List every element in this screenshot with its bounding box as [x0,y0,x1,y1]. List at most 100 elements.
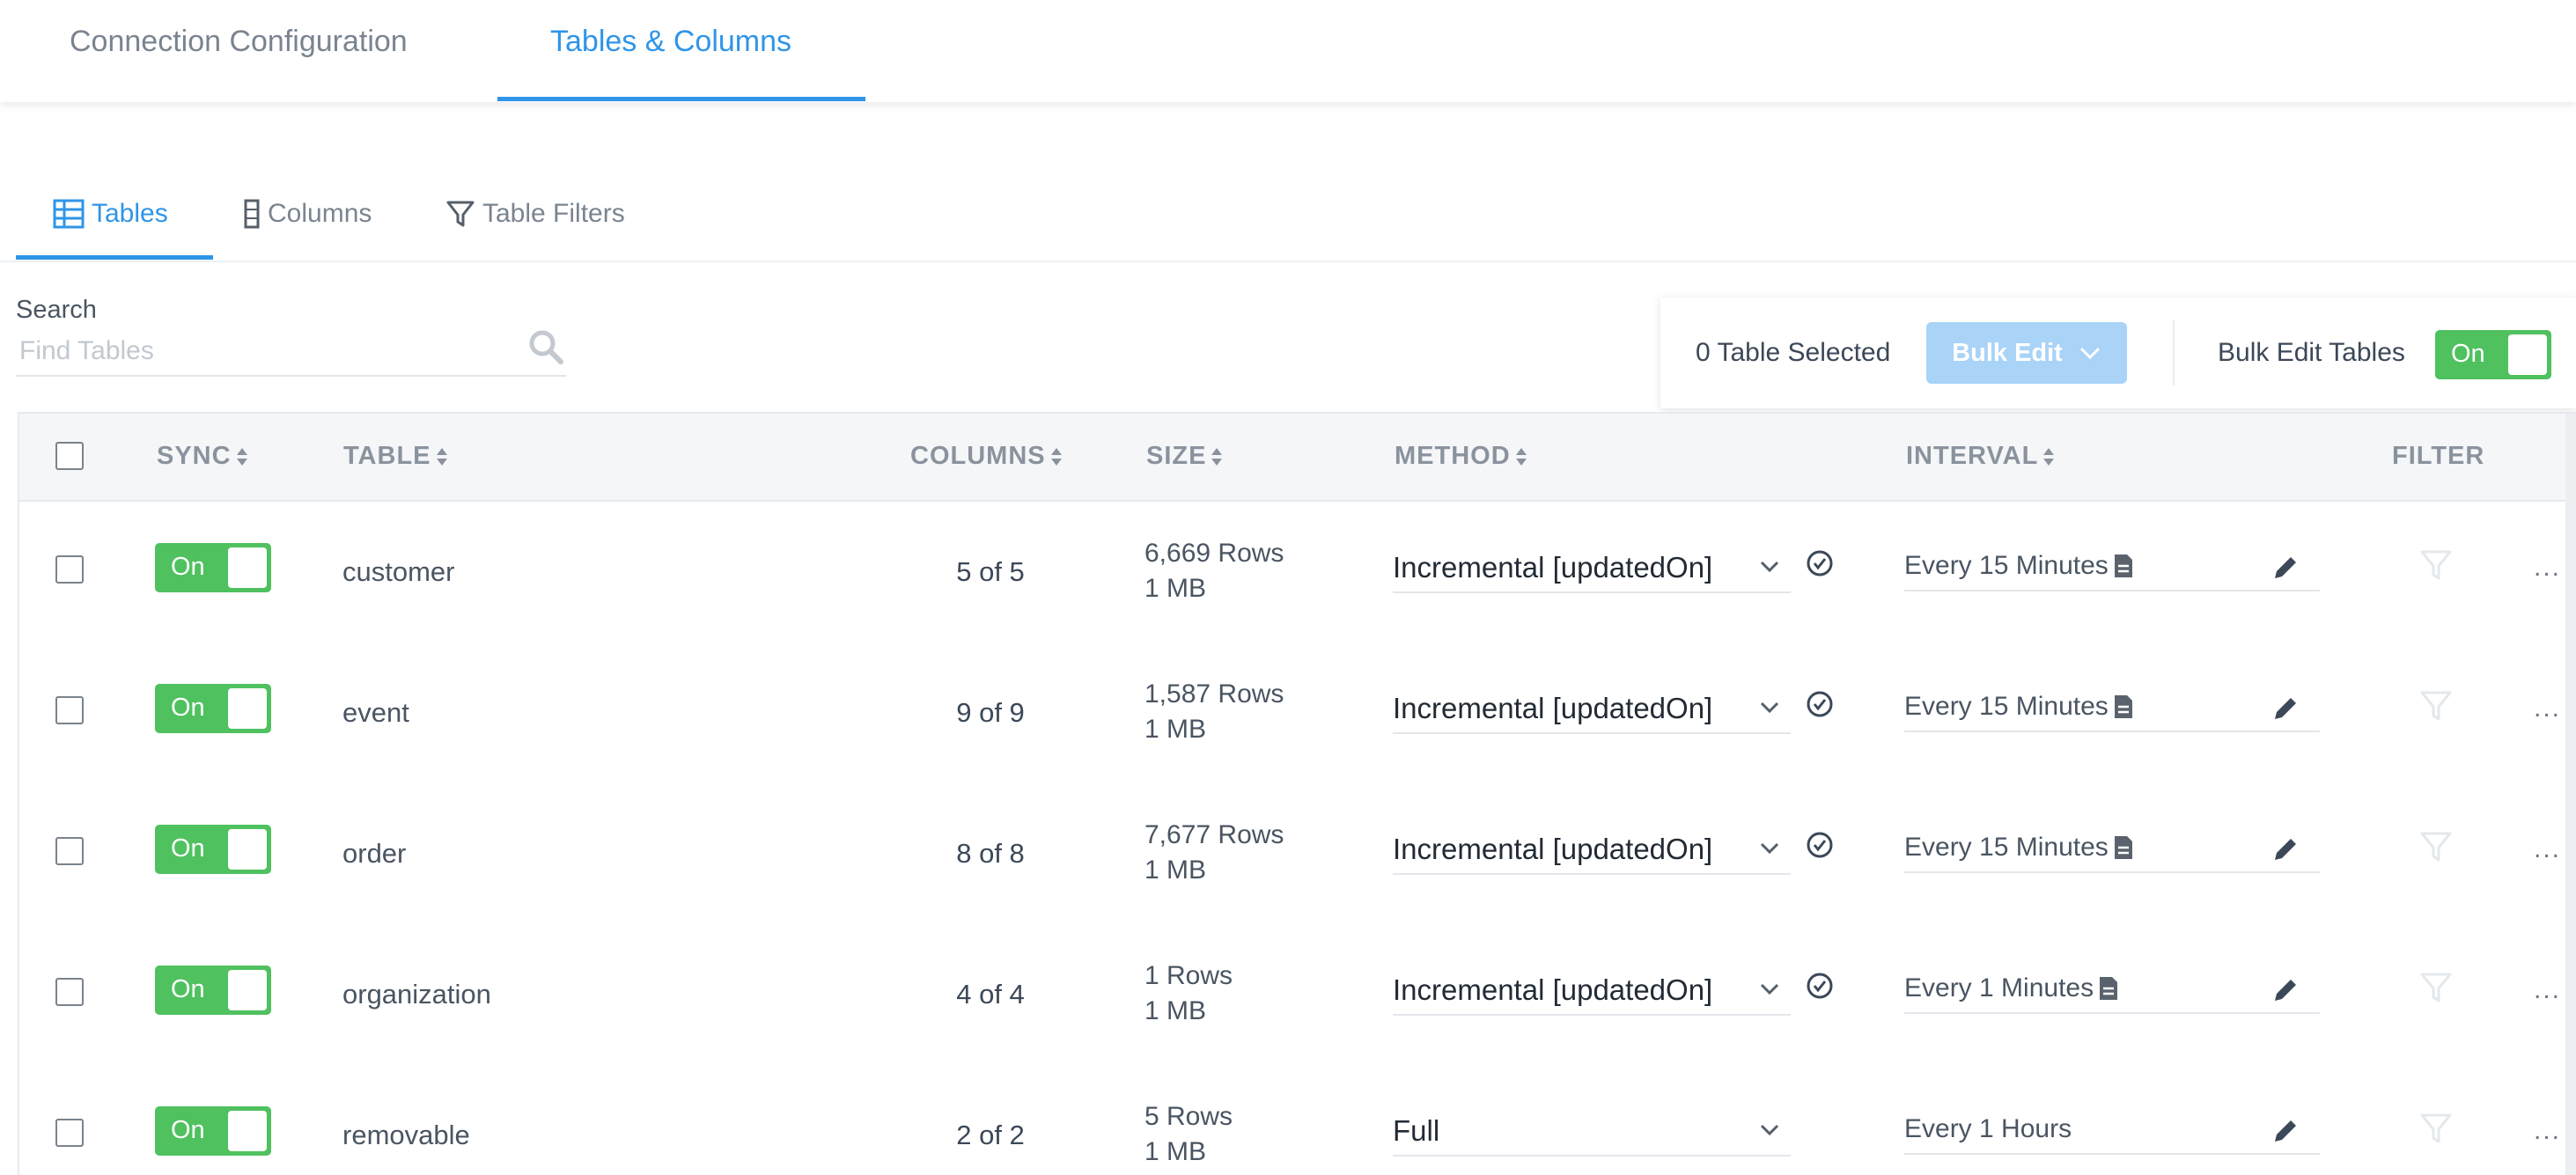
method-value: Incremental [updatedOn] [1393,551,1713,584]
header-interval[interactable]: INTERVAL [1906,442,2056,471]
header-size[interactable]: SIZE [1146,442,1224,471]
subtab-table-filters[interactable]: Table Filters [445,199,625,229]
filter-icon[interactable] [2419,971,2453,1004]
sync-toggle[interactable]: On [155,684,271,733]
bulk-edit-button[interactable]: Bulk Edit [1926,322,2127,384]
subtab-columns-label: Columns [268,199,372,228]
sync-toggle[interactable]: On [155,966,271,1015]
columns-count[interactable]: 2 of 2 [902,1120,1078,1151]
subtab-columns[interactable]: Columns [243,199,372,229]
sync-toggle[interactable]: On [155,825,271,874]
interval-field: Every 15 Minutes [1904,687,2320,732]
sync-toggle[interactable]: On [155,543,271,592]
chevron-down-icon [1760,983,1779,995]
data-size: 1 MB [1144,996,1207,1025]
toggle-knob [228,970,267,1010]
sync-toggle[interactable]: On [155,1106,271,1156]
size-info: 1,587 Rows 1 MB [1144,677,1284,747]
interval-value: Every 15 Minutes [1904,833,2109,862]
sync-toggle-state: On [171,834,205,863]
interval-value: Every 1 Minutes [1904,973,2094,1002]
table-icon [53,199,85,229]
tab-tables-and-columns[interactable]: Tables & Columns [550,25,791,59]
sync-toggle-state: On [171,553,205,581]
pencil-icon[interactable] [2271,553,2300,583]
interval-field: Every 15 Minutes [1904,546,2320,591]
check-circle-icon [1807,832,1833,858]
more-options-icon[interactable]: ... [2534,975,2561,1005]
method-select[interactable]: Full [1393,1111,1791,1157]
search-input[interactable] [16,327,566,377]
sync-toggle-state: On [171,694,205,722]
method-value: Incremental [updatedOn] [1393,833,1713,865]
toggle-knob [228,688,267,729]
method-select[interactable]: Incremental [updatedOn] [1393,547,1791,593]
table-name[interactable]: customer [342,556,454,588]
chevron-down-icon [1760,842,1779,855]
row-checkbox[interactable] [55,696,84,724]
row-checkbox[interactable] [55,1119,84,1147]
chevron-down-icon [1760,1124,1779,1136]
pencil-icon[interactable] [2271,1116,2300,1146]
bulk-edit-label: Bulk Edit [1952,338,2063,367]
filter-icon[interactable] [2419,689,2453,723]
subtabs-divider [0,261,2576,262]
method-value: Incremental [updatedOn] [1393,973,1713,1006]
toggle-knob [228,1111,267,1151]
table-name[interactable]: order [342,838,406,870]
row-checkbox[interactable] [55,978,84,1006]
row-checkbox[interactable] [55,837,84,865]
columns-count[interactable]: 9 of 9 [902,697,1078,729]
row-count: 5 Rows [1144,1102,1233,1131]
more-options-icon[interactable]: ... [2534,834,2561,864]
subtab-tables[interactable]: Tables [53,199,168,229]
header-method[interactable]: METHOD [1395,442,1528,471]
columns-count[interactable]: 4 of 4 [902,979,1078,1010]
select-all-checkbox[interactable] [55,442,84,470]
row-count: 7,677 Rows [1144,820,1284,849]
interval-value: Every 15 Minutes [1904,692,2109,721]
sync-toggle-state: On [171,975,205,1003]
toggle-knob [228,547,267,588]
table-name[interactable]: removable [342,1120,470,1151]
tab-connection-configuration[interactable]: Connection Configuration [70,25,408,59]
pencil-icon[interactable] [2271,834,2300,864]
table-name[interactable]: organization [342,979,491,1010]
more-options-icon[interactable]: ... [2534,694,2561,723]
header-columns[interactable]: COLUMNS [910,442,1064,471]
chevron-down-icon [1760,701,1779,714]
size-info: 6,669 Rows 1 MB [1144,536,1284,606]
filter-icon[interactable] [2419,548,2453,582]
pencil-icon[interactable] [2271,694,2300,723]
table-name[interactable]: event [342,697,409,729]
header-table[interactable]: TABLE [343,442,449,471]
columns-count[interactable]: 5 of 5 [902,556,1078,588]
columns-count[interactable]: 8 of 8 [902,838,1078,870]
header-sync-label: SYNC [157,442,232,470]
chevron-down-icon [2079,347,2100,360]
bulk-edit-tables-toggle[interactable]: On [2435,330,2551,379]
method-select[interactable]: Incremental [updatedOn] [1393,970,1791,1016]
data-size: 1 MB [1144,856,1207,885]
row-count: 1 Rows [1144,961,1233,990]
header-sync[interactable]: SYNC [157,442,249,471]
row-checkbox[interactable] [55,555,84,584]
more-options-icon[interactable]: ... [2534,1116,2561,1146]
search-icon[interactable] [526,327,565,366]
bulk-edit-tables-label: Bulk Edit Tables [2218,338,2405,367]
method-select[interactable]: Incremental [updatedOn] [1393,688,1791,734]
vertical-scrollbar[interactable] [2565,414,2576,1175]
check-circle-icon [1807,550,1833,576]
column-icon [244,199,260,229]
more-options-icon[interactable]: ... [2534,553,2561,583]
pencil-icon[interactable] [2271,975,2300,1005]
interval-field: Every 1 Hours [1904,1109,2320,1155]
method-select[interactable]: Incremental [updatedOn] [1393,829,1791,875]
filter-icon[interactable] [2419,830,2453,863]
filter-icon[interactable] [2419,1112,2453,1145]
bulk-edit-panel: 0 Table Selected Bulk Edit Bulk Edit Tab… [1660,297,2576,408]
selected-count: 0 Table Selected [1696,338,1891,367]
method-value: Incremental [updatedOn] [1393,692,1713,724]
header-interval-label: INTERVAL [1906,442,2039,470]
sort-icon [2043,447,2055,466]
